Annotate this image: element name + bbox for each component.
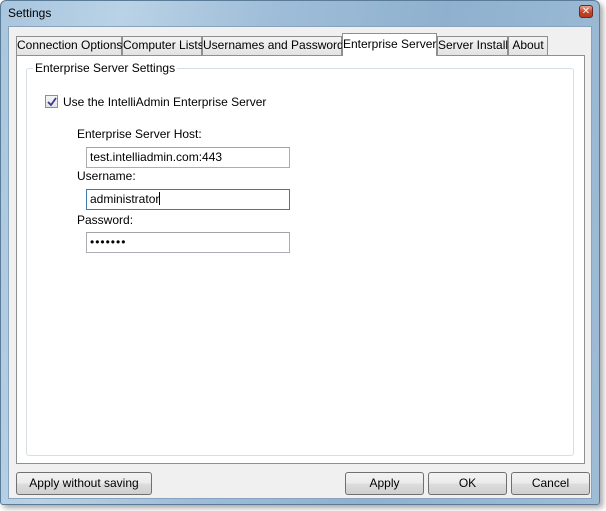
host-value: test.intelliadmin.com:443 bbox=[90, 150, 223, 164]
tab-connection-options[interactable]: Connection Options bbox=[16, 36, 122, 55]
apply-without-saving-button[interactable]: Apply without saving bbox=[16, 472, 152, 495]
cancel-button[interactable]: Cancel bbox=[511, 472, 590, 495]
close-icon[interactable]: ✕ bbox=[579, 5, 593, 18]
password-value: ••••••• bbox=[90, 235, 127, 249]
dialog-client-area: Connection Options Computer Lists Userna… bbox=[8, 26, 592, 499]
tab-server-install[interactable]: Server Install bbox=[437, 36, 508, 55]
title-bar[interactable]: Settings ✕ bbox=[1, 1, 599, 25]
tab-enterprise-server[interactable]: Enterprise Server bbox=[342, 33, 437, 56]
settings-window: Settings ✕ Connection Options Computer L… bbox=[0, 0, 600, 505]
checkmark-icon bbox=[47, 97, 57, 107]
username-label: Username: bbox=[77, 169, 136, 183]
use-enterprise-label[interactable]: Use the IntelliAdmin Enterprise Server bbox=[63, 95, 266, 109]
text-caret bbox=[159, 192, 161, 205]
password-input[interactable]: ••••••• bbox=[86, 232, 290, 253]
host-label: Enterprise Server Host: bbox=[77, 127, 202, 141]
tab-about[interactable]: About bbox=[508, 36, 548, 55]
username-input[interactable]: administrator bbox=[86, 189, 290, 210]
apply-button[interactable]: Apply bbox=[345, 472, 424, 495]
password-label: Password: bbox=[77, 213, 134, 227]
group-title: Enterprise Server Settings bbox=[33, 61, 178, 75]
ok-button[interactable]: OK bbox=[428, 472, 507, 495]
tab-usernames-and-passwords[interactable]: Usernames and Passwords bbox=[202, 36, 350, 55]
tab-computer-lists[interactable]: Computer Lists bbox=[122, 36, 204, 55]
window-title: Settings bbox=[8, 6, 52, 20]
username-value: administrator bbox=[90, 192, 160, 206]
enterprise-settings-group: Enterprise Server Settings Use the Intel… bbox=[26, 61, 574, 456]
use-enterprise-checkbox[interactable] bbox=[45, 95, 58, 108]
enterprise-server-panel: Enterprise Server Settings Use the Intel… bbox=[16, 55, 585, 464]
host-input[interactable]: test.intelliadmin.com:443 bbox=[86, 147, 290, 168]
